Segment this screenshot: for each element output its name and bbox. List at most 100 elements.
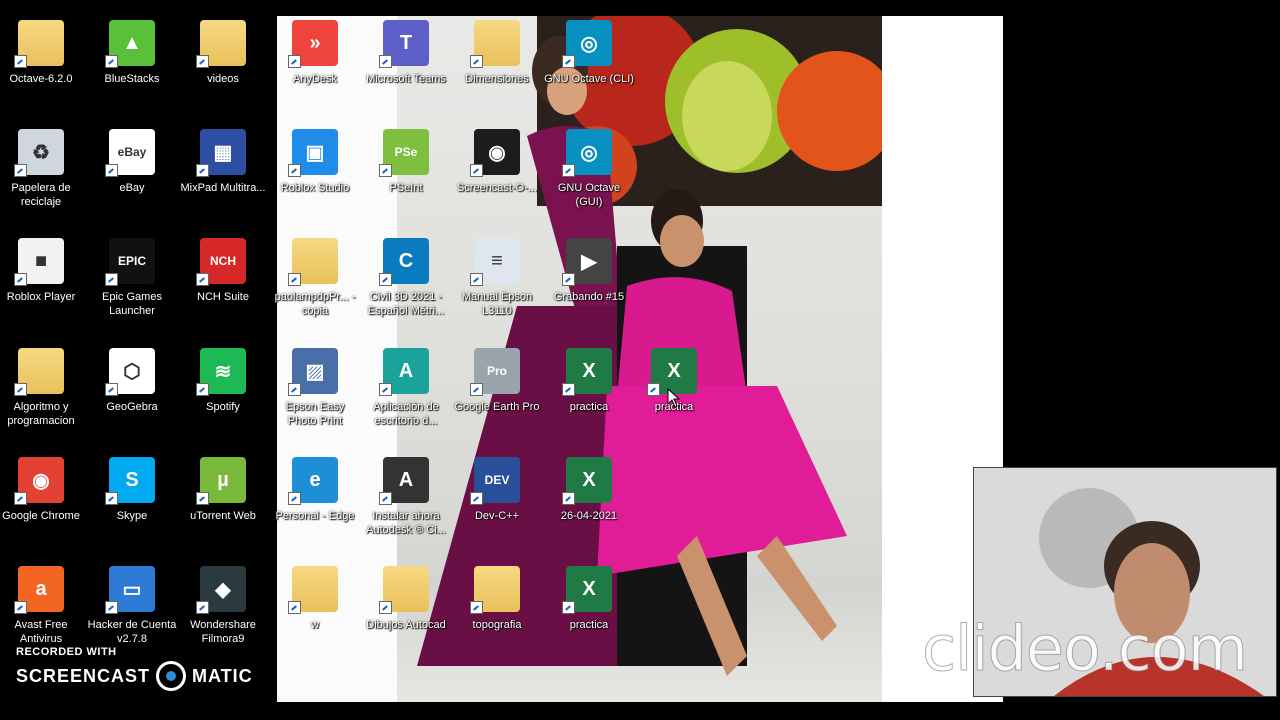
desktop-icon-label: w <box>311 619 319 631</box>
desktop-icon-label: Dibujos Autocad <box>366 619 446 631</box>
desktop-icon[interactable]: µ uTorrent Web <box>177 449 269 557</box>
desktop-icon[interactable]: Xpractica <box>543 558 635 666</box>
desktop-icon[interactable]: eBay eBay <box>86 121 178 229</box>
desktop-icon[interactable]: EPIC Epic Games Launcher <box>86 230 178 338</box>
desktop-icon-label: Roblox Player <box>6 291 76 303</box>
desktop-icon[interactable]: PSe PSeInt <box>360 121 452 229</box>
desktop-icon[interactable]: Xpractica <box>543 340 635 448</box>
desktop-icon-label: GeoGebra <box>106 401 158 413</box>
desktop-icon-label: Instalar ahora Autodesk ® Ci... <box>366 510 446 536</box>
utorrent-icon: µ <box>196 457 246 505</box>
shortcut-arrow-icon <box>105 383 118 396</box>
shortcut-arrow-icon <box>14 55 27 68</box>
desktop-icon[interactable]: w <box>269 558 361 666</box>
desktop-icon[interactable]: ♻ Papelera de reciclaje <box>0 121 87 229</box>
desktop-icon-label: Aplicación de escritorio d... <box>373 401 439 427</box>
mixpad-icon: ▦ <box>196 129 246 177</box>
desktop-icon[interactable]: ◉ Google Chrome <box>0 449 87 557</box>
folder-icon <box>379 566 429 614</box>
shortcut-arrow-icon <box>562 273 575 286</box>
devcpp-icon: DEV <box>470 457 520 505</box>
edge-icon: e <box>288 457 338 505</box>
shortcut-arrow-icon <box>14 601 27 614</box>
desktop-icon[interactable]: Octave-6.2.0 <box>0 12 87 120</box>
desktop-icon[interactable]: ◎ GNU Octave (GUI) <box>543 121 635 229</box>
desktop-icon-label: Spotify <box>206 401 240 413</box>
excel-file-icon: X <box>562 457 612 505</box>
desktop-icon[interactable]: DEV Dev-C++ <box>451 449 543 557</box>
mouse-cursor-icon <box>667 388 681 408</box>
desktop-icon[interactable]: X 26-04-2021 <box>543 449 635 557</box>
recycle-bin-icon: ♻ <box>14 129 64 177</box>
desktop-icon-label: Octave-6.2.0 <box>9 73 73 85</box>
desktop-icon[interactable]: ▨ Epson Easy Photo Print <box>269 340 361 448</box>
desktop-icon[interactable]: Algoritmo y programacion <box>0 340 87 448</box>
desktop-icon[interactable]: T Microsoft Teams <box>360 12 452 120</box>
skype-icon: S <box>105 457 155 505</box>
desktop-icon[interactable]: C Civil 3D 2021 - Español Métri... <box>360 230 452 338</box>
epic-games-icon: EPIC <box>105 238 155 286</box>
desktop-icon[interactable]: ■ Roblox Player <box>0 230 87 338</box>
desktop-icon-label: Epson Easy Photo Print <box>285 401 345 427</box>
desktop-icon-label: Personal - Edge <box>275 510 355 522</box>
desktop-icon[interactable]: Dimensiones <box>451 12 543 120</box>
desktop-icon-label: Grabando #15 <box>553 291 625 303</box>
shortcut-arrow-icon <box>288 55 301 68</box>
shortcut-arrow-icon <box>14 164 27 177</box>
desktop-icon[interactable]: ≡ Manual Epson L3110 <box>451 230 543 338</box>
desktop-icon-label: Roblox Studio <box>280 182 350 194</box>
desktop-icon[interactable]: videos <box>177 12 269 120</box>
clideo-watermark: clideo.com <box>921 612 1248 686</box>
autodesk-install-icon: A <box>379 457 429 505</box>
shortcut-arrow-icon <box>105 164 118 177</box>
shortcut-arrow-icon <box>470 601 483 614</box>
desktop-icon-label: NCH Suite <box>197 291 249 303</box>
screencast-matic-badge: RECORDED WITH SCREENCAST MATIC <box>16 646 253 691</box>
shortcut-arrow-icon <box>196 492 209 505</box>
desktop-icon[interactable]: ▣ Roblox Studio <box>269 121 361 229</box>
desktop-icon-label: practica <box>569 401 609 413</box>
desktop-icon[interactable]: e Personal - Edge <box>269 449 361 557</box>
shortcut-arrow-icon <box>105 273 118 286</box>
desktop-icon[interactable]: ◎ GNU Octave (CLI) <box>543 12 635 120</box>
shortcut-arrow-icon <box>470 273 483 286</box>
shortcut-arrow-icon <box>379 383 392 396</box>
desktop-icon[interactable]: A Instalar ahora Autodesk ® Ci... <box>360 449 452 557</box>
desktop-icon-label: Hacker de Cuenta v2.7.8 <box>87 619 177 645</box>
desktop-icon-label: 26-04-2021 <box>560 510 618 522</box>
octave-icon: ◎ <box>562 20 612 68</box>
desktop-icon[interactable]: S Skype <box>86 449 178 557</box>
shortcut-arrow-icon <box>14 492 27 505</box>
desktop-icon[interactable]: » AnyDesk <box>269 12 361 120</box>
folder-icon <box>470 566 520 614</box>
desktop-icon-label: Avast Free Antivirus <box>14 619 68 645</box>
desktop-icon[interactable]: ≋ Spotify <box>177 340 269 448</box>
pseint-icon: PSe <box>379 129 429 177</box>
desktop-icon[interactable]: Dibujos Autocad <box>360 558 452 666</box>
folder-icon <box>288 238 338 286</box>
excel-file-icon: X <box>562 348 612 396</box>
desktop-icon[interactable]: A Aplicación de escritorio d... <box>360 340 452 448</box>
desktop-icon[interactable]: ▶ Grabando #15 <box>543 230 635 338</box>
shortcut-arrow-icon <box>470 55 483 68</box>
desktop-icon[interactable]: Pro Google Earth Pro <box>451 340 543 448</box>
shortcut-arrow-icon <box>14 383 27 396</box>
desktop-icon[interactable]: ◉ Screencast-O-... <box>451 121 543 229</box>
folder-icon <box>288 566 338 614</box>
desktop-icon-label: Dimensiones <box>465 73 529 85</box>
desktop-icon[interactable]: ▲ BlueStacks <box>86 12 178 120</box>
desktop-icon[interactable]: NCH NCH Suite <box>177 230 269 338</box>
desktop-icon[interactable]: ▦ MixPad Multitra... <box>177 121 269 229</box>
app-window-icon: ▭ <box>105 566 155 614</box>
desktop-icon-label: Google Chrome <box>2 510 80 522</box>
geogebra-icon: ⬡ <box>105 348 155 396</box>
desktop-icon-label: Manual Epson L3110 <box>461 291 533 317</box>
shortcut-arrow-icon <box>196 601 209 614</box>
shortcut-arrow-icon <box>379 492 392 505</box>
nch-icon: NCH <box>196 238 246 286</box>
desktop-icon[interactable]: topografia <box>451 558 543 666</box>
shortcut-arrow-icon <box>470 164 483 177</box>
bluestacks-icon: ▲ <box>105 20 155 68</box>
desktop-icon[interactable]: paolampdpPr... - copia <box>269 230 361 338</box>
desktop-icon[interactable]: ⬡ GeoGebra <box>86 340 178 448</box>
